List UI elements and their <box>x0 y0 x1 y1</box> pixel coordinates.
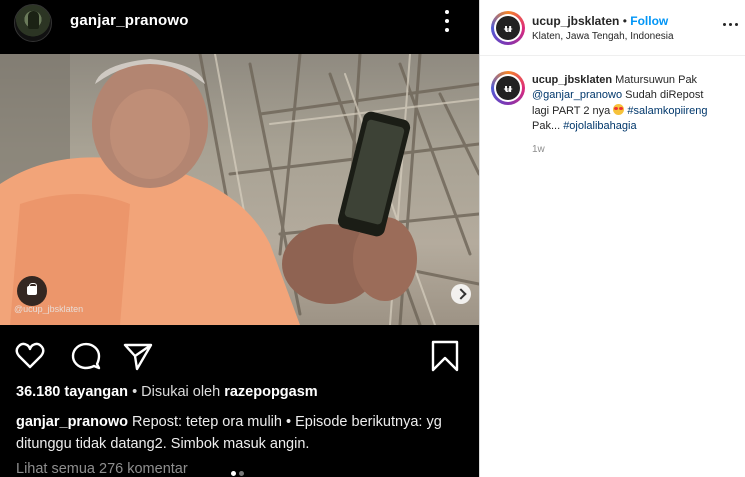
header-line: ucup_jbsklaten • Follow <box>532 14 668 28</box>
post-panel: ganjar_pranowo @ucup_jbsklaten 36.180 ta… <box>0 0 479 477</box>
post-header: ganjar_pranowo <box>0 0 479 54</box>
heart-eyes-emoji-icon <box>613 104 625 115</box>
view-all-comments-link[interactable]: Lihat semua 276 komentar <box>16 461 188 477</box>
comment-text-1: Matursuwun Pak <box>612 74 698 86</box>
location-link[interactable]: Klaten, Jawa Tengah, Indonesia <box>532 31 674 42</box>
video-frame-illustration <box>0 54 479 325</box>
header-username[interactable]: ucup_jbsklaten <box>532 14 619 28</box>
post-video[interactable]: @ucup_jbsklaten <box>0 54 479 325</box>
caption-username[interactable]: ganjar_pranowo <box>16 414 128 430</box>
hashtag-link[interactable]: #salamkopiireng <box>627 105 707 117</box>
bag-icon[interactable] <box>17 276 47 306</box>
send-icon[interactable] <box>122 340 154 372</box>
comment-username[interactable]: ucup_jbsklaten <box>532 74 612 86</box>
more-horizontal-icon[interactable] <box>720 14 740 34</box>
post-caption: ganjar_pranowo Repost: tetep ora mulih •… <box>16 411 476 455</box>
carousel-indicator <box>231 463 247 477</box>
account-logo: ʉ <box>496 16 520 40</box>
video-watermark: @ucup_jbsklaten <box>14 304 84 314</box>
detail-header: ʉ ucup_jbsklaten • Follow Klaten, Jawa T… <box>480 0 745 56</box>
liked-by-user[interactable]: razepopgasm <box>224 384 317 400</box>
post-stats: 36.180 tayangan • Disukai oleh razepopga… <box>16 384 318 400</box>
bookmark-icon[interactable] <box>429 340 461 372</box>
avatar[interactable]: ʉ <box>491 11 525 45</box>
action-bar <box>0 336 479 376</box>
comment-text-3: Pak... <box>532 120 564 132</box>
views-count: 36.180 tayangan <box>16 384 129 400</box>
comment-timestamp[interactable]: 1w <box>532 144 545 155</box>
avatar[interactable] <box>14 4 52 42</box>
avatar[interactable]: ʉ <box>491 71 525 105</box>
follow-button[interactable]: Follow <box>630 14 668 28</box>
detail-panel: ʉ ucup_jbsklaten • Follow Klaten, Jawa T… <box>479 0 745 477</box>
more-options-icon[interactable] <box>440 8 454 34</box>
chevron-right-icon[interactable] <box>451 284 471 304</box>
account-logo: ʉ <box>496 76 520 100</box>
liked-by-label: • Disukai oleh <box>132 384 221 400</box>
comment-icon[interactable] <box>69 340 101 372</box>
caption-comment: ucup_jbsklaten Matursuwun Pak @ganjar_pr… <box>532 73 722 134</box>
carousel-dot-active <box>231 471 236 476</box>
header-dot: • <box>619 14 631 28</box>
carousel-dot <box>239 471 244 476</box>
hashtag-link[interactable]: #ojolalibahagia <box>563 120 636 132</box>
post-username[interactable]: ganjar_pranowo <box>70 12 189 29</box>
comment-mention[interactable]: @ganjar_pranowo <box>532 89 622 101</box>
heart-icon[interactable] <box>14 340 46 372</box>
